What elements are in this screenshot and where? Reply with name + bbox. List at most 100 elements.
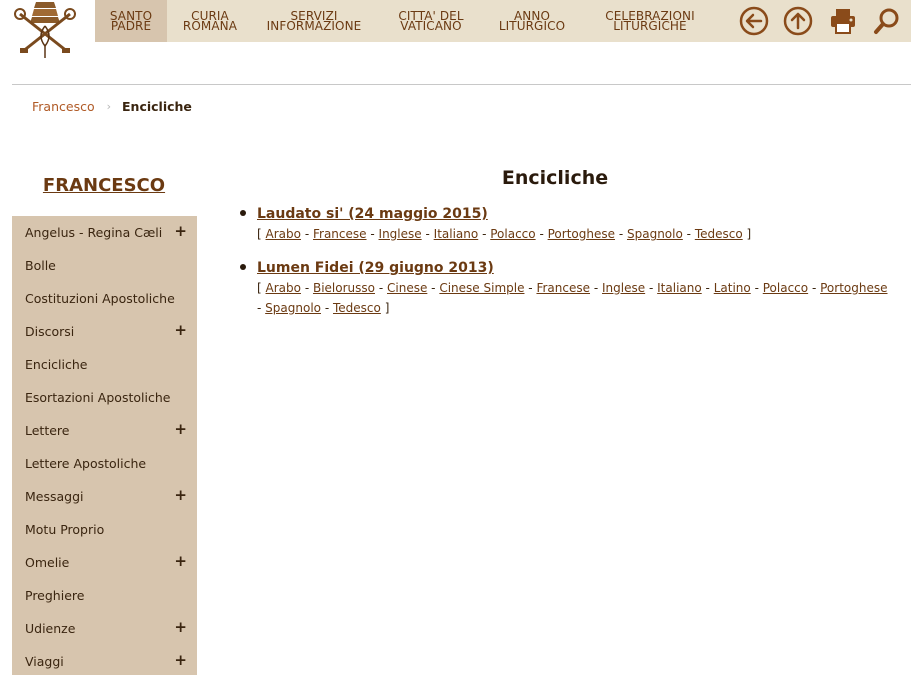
language-link-francese[interactable]: Francese: [313, 227, 367, 241]
language-separator: -: [425, 227, 430, 241]
page-title: Encicliche: [501, 167, 609, 189]
language-link-italiano[interactable]: Italiano: [657, 281, 702, 295]
language-link-portoghese[interactable]: Portoghese: [548, 227, 615, 241]
sidebar-item-lettere[interactable]: Lettere +: [12, 414, 197, 447]
bracket-close: ]: [746, 227, 752, 241]
language-separator: -: [304, 227, 310, 241]
sidebar-item-label: Costituzioni Apostoliche: [25, 291, 175, 306]
sidebar-item-label: Encicliche: [25, 357, 88, 372]
sidebar-item-label: Omelie: [25, 555, 70, 570]
language-links: [ Arabo - Francese - Inglese - Italiano …: [257, 224, 890, 244]
sidebar-item-label: Motu Proprio: [25, 522, 105, 537]
language-link-cinese-simple[interactable]: Cinese Simple: [439, 281, 524, 295]
up-arrow-icon[interactable]: [781, 4, 815, 38]
language-separator: -: [528, 281, 533, 295]
language-link-bielorusso[interactable]: Bielorusso: [313, 281, 375, 295]
language-link-spagnolo[interactable]: Spagnolo: [265, 301, 321, 315]
language-link-arabo[interactable]: Arabo: [266, 227, 301, 241]
breadcrumb-link-francesco[interactable]: Francesco: [32, 99, 95, 114]
language-link-inglese[interactable]: Inglese: [602, 281, 645, 295]
encyclical-title-link[interactable]: Lumen Fidei (29 giugno 2013): [257, 258, 494, 278]
sidebar-item-esortazioni-apostoliche[interactable]: Esortazioni Apostoliche: [12, 381, 197, 414]
list-item: Laudato si' (24 maggio 2015)[ Arabo - Fr…: [240, 203, 890, 244]
sidebar-item-label: Messaggi: [25, 489, 84, 504]
language-link-latino[interactable]: Latino: [714, 281, 751, 295]
sidebar-item-omelie[interactable]: Omelie +: [12, 546, 197, 579]
sidebar-item-label: Bolle: [25, 258, 56, 273]
encyclicals-list: Laudato si' (24 maggio 2015)[ Arabo - Fr…: [240, 203, 890, 331]
language-separator: -: [324, 301, 330, 315]
sidebar-item-messaggi[interactable]: Messaggi +: [12, 480, 197, 513]
top-navigation-bar: SANTO PADRE CURIA ROMANA SERVIZI INFORMA…: [95, 0, 911, 42]
breadcrumb: Francesco › Encicliche: [32, 99, 192, 114]
back-arrow-icon[interactable]: [737, 4, 771, 38]
sidebar-title[interactable]: FRANCESCO: [12, 175, 196, 196]
language-link-polacco[interactable]: Polacco: [490, 227, 535, 241]
language-separator: -: [705, 281, 710, 295]
sidebar-item-label: Esortazioni Apostoliche: [25, 390, 171, 405]
language-link-inglese[interactable]: Inglese: [379, 227, 422, 241]
language-separator: -: [618, 227, 624, 241]
bracket-open: [: [257, 227, 262, 241]
language-link-portoghese[interactable]: Portoghese: [820, 281, 887, 295]
sidebar-item-costituzioni-apostoliche[interactable]: Costituzioni Apostoliche: [12, 282, 197, 315]
language-separator: -: [686, 227, 691, 241]
sidebar-item-label: Discorsi: [25, 324, 75, 339]
sidebar-item-label: Lettere Apostoliche: [25, 456, 147, 471]
vatican-coat-of-arms-logo[interactable]: [10, 0, 80, 60]
expand-plus-icon[interactable]: +: [174, 653, 187, 668]
header-divider: [12, 84, 911, 85]
language-separator: -: [431, 281, 436, 295]
sidebar-item-motu-proprio[interactable]: Motu Proprio: [12, 513, 197, 546]
breadcrumb-separator-icon: ›: [106, 100, 112, 113]
search-icon[interactable]: [870, 4, 904, 38]
language-separator: -: [539, 227, 544, 241]
language-link-italiano[interactable]: Italiano: [434, 227, 479, 241]
sidebar-item-label: Viaggi: [25, 654, 64, 669]
language-link-tedesco[interactable]: Tedesco: [333, 301, 381, 315]
nav-item-citta-del-vaticano[interactable]: CITTA' DEL VATICANO: [387, 0, 475, 42]
sidebar-item-label: Lettere: [25, 423, 70, 438]
language-link-polacco[interactable]: Polacco: [763, 281, 808, 295]
sidebar-item-label: Preghiere: [25, 588, 85, 603]
bracket-close: ]: [384, 301, 390, 315]
sidebar-item-encicliche[interactable]: Encicliche: [12, 348, 197, 381]
sidebar-item-label: Udienze: [25, 621, 76, 636]
language-links: [ Arabo - Bielorusso - Cinese - Cinese S…: [257, 278, 890, 318]
expand-plus-icon[interactable]: +: [174, 554, 187, 569]
language-separator: -: [304, 281, 310, 295]
sidebar-item-angelus-regina-c-li[interactable]: Angelus - Regina Cæli +: [12, 216, 197, 249]
encyclical-title-link[interactable]: Laudato si' (24 maggio 2015): [257, 204, 488, 224]
sidebar-item-bolle[interactable]: Bolle: [12, 249, 197, 282]
sidebar-item-lettere-apostoliche[interactable]: Lettere Apostoliche: [12, 447, 197, 480]
expand-plus-icon[interactable]: +: [174, 488, 187, 503]
sidebar-item-preghiere[interactable]: Preghiere: [12, 579, 197, 612]
sidebar-item-viaggi[interactable]: Viaggi +: [12, 645, 197, 678]
breadcrumb-current: Encicliche: [122, 99, 192, 114]
expand-plus-icon[interactable]: +: [174, 422, 187, 437]
bullet-icon: [240, 210, 246, 216]
language-link-tedesco[interactable]: Tedesco: [695, 227, 743, 241]
language-link-arabo[interactable]: Arabo: [266, 281, 301, 295]
sidebar-item-discorsi[interactable]: Discorsi +: [12, 315, 197, 348]
sidebar-item-udienze[interactable]: Udienze +: [12, 612, 197, 645]
expand-plus-icon[interactable]: +: [174, 323, 187, 338]
nav-item-santo-padre[interactable]: SANTO PADRE: [95, 0, 167, 42]
sidebar-item-label: Angelus - Regina Cæli: [25, 225, 163, 240]
language-separator: -: [482, 227, 487, 241]
expand-plus-icon[interactable]: +: [174, 224, 187, 239]
bullet-icon: [240, 264, 246, 270]
sidebar-menu: Angelus - Regina Cæli + Bolle Costituzioni …: [12, 216, 197, 675]
language-link-spagnolo[interactable]: Spagnolo: [627, 227, 683, 241]
language-link-cinese[interactable]: Cinese: [387, 281, 427, 295]
print-icon[interactable]: [826, 4, 860, 38]
expand-plus-icon[interactable]: +: [174, 620, 187, 635]
nav-item-servizi-informazione[interactable]: SERVIZI INFORMAZIONE: [255, 0, 373, 42]
language-separator: -: [378, 281, 384, 295]
nav-item-celebrazioni-liturgiche[interactable]: CELEBRAZIONI LITURGICHE: [595, 0, 705, 42]
language-link-francese[interactable]: Francese: [536, 281, 590, 295]
nav-item-anno-liturgico[interactable]: ANNO LITURGICO: [491, 0, 573, 42]
language-separator: -: [754, 281, 759, 295]
nav-item-curia-romana[interactable]: CURIA ROMANA: [175, 0, 245, 42]
language-separator: -: [370, 227, 375, 241]
